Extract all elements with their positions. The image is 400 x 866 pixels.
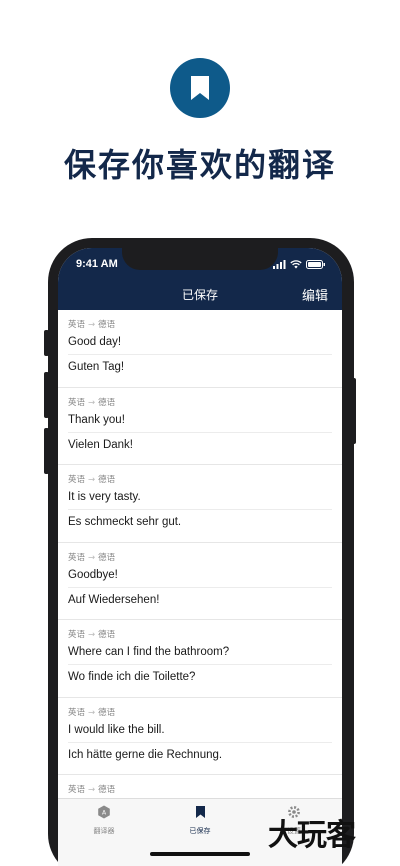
entry-divider <box>68 431 332 433</box>
language-pair: 英语 → 德语 <box>68 785 116 795</box>
tab-saved[interactable]: 已保存 <box>160 805 240 836</box>
tab-label: 翻译器 <box>93 827 115 835</box>
hero-title: 保存你喜欢的翻译 <box>63 146 336 184</box>
page-title: 已保存 <box>181 288 218 302</box>
app-screen: 9:41 AM 已保存 编辑 英语 → 德语 Good day! Guten T… <box>58 248 342 866</box>
bookmark-icon <box>195 806 205 818</box>
saved-item[interactable]: 英语 → 德语 It is very tasty. Es schmeckt sehr… <box>58 465 342 543</box>
wifi-icon <box>290 260 302 269</box>
status-icons <box>273 260 326 269</box>
translated-text: Guten Tag! <box>68 361 125 373</box>
source-text: Thank you! <box>68 413 125 426</box>
edit-button[interactable]: 编辑 <box>302 285 328 304</box>
language-pair: 英语 → 德语 <box>68 707 116 718</box>
language-pair: 英语 → 德语 <box>68 630 116 640</box>
entry-divider <box>68 509 332 510</box>
hero-bookmark-icon <box>170 58 230 118</box>
arrow-right-icon: → <box>88 552 96 563</box>
saved-item[interactable]: 英语 → 德语 I would like the bill. Ich hätte g… <box>58 698 342 775</box>
saved-item[interactable]: 英语 → 德语 Thank you! Vielen Dank! <box>58 388 342 465</box>
translated-text: Vielen Dank! <box>68 438 133 451</box>
translator-icon: A <box>98 805 110 819</box>
saved-list: 英语 → 德语 Good day! Guten Tag! 英语 → 德语 Thank y… <box>58 310 342 853</box>
saved-item[interactable]: 英语 → 德语 Where can I find the bathroom? Wo … <box>58 620 342 698</box>
arrow-right-icon: → <box>88 707 96 718</box>
source-text: Goodbye! <box>68 568 118 581</box>
saved-item[interactable]: 英语 → 德语 Good day! Guten Tag! <box>58 310 342 388</box>
arrow-right-icon: → <box>88 785 96 795</box>
phone-volume-up-button <box>44 372 49 418</box>
tab-translator[interactable]: A 翻译器 <box>64 805 144 836</box>
phone-power-button <box>351 378 356 444</box>
arrow-right-icon: → <box>88 320 96 330</box>
battery-icon <box>306 260 325 269</box>
translated-text: Auf Wiedersehen! <box>68 593 160 606</box>
entry-divider <box>68 741 332 743</box>
language-pair: 英语 → 德语 <box>68 320 116 330</box>
tab-label: 已保存 <box>189 827 211 835</box>
language-pair: 英语 → 德语 <box>68 475 116 485</box>
entry-divider <box>68 354 332 355</box>
source-text: Where can I find the bathroom? <box>68 646 230 658</box>
arrow-right-icon: → <box>88 397 96 408</box>
language-pair: 英语 → 德语 <box>68 552 116 563</box>
language-pair: 英语 → 德语 <box>68 397 116 408</box>
saved-item[interactable]: 英语 → 德语 Goodbye! Auf Wiedersehen! <box>58 543 342 620</box>
translated-text: Wo finde ich die Toilette? <box>68 671 196 683</box>
arrow-right-icon: → <box>88 630 96 640</box>
source-text: Good day! <box>68 336 122 348</box>
source-text: I would like the bill. <box>68 723 165 736</box>
entry-divider <box>68 586 332 588</box>
phone-mute-button <box>44 330 49 356</box>
home-indicator <box>150 852 250 856</box>
phone-notch <box>122 240 278 270</box>
source-text: It is very tasty. <box>68 491 141 503</box>
translated-text: Ich hätte gerne die Rechnung. <box>68 748 223 761</box>
entry-divider <box>68 664 332 665</box>
watermark-logo: 大玩客 <box>268 818 356 853</box>
status-time: 9:41 AM <box>76 258 118 270</box>
arrow-right-icon: → <box>88 475 96 485</box>
translated-text: Es schmeckt sehr gut. <box>68 516 182 528</box>
phone-volume-down-button <box>44 428 49 474</box>
